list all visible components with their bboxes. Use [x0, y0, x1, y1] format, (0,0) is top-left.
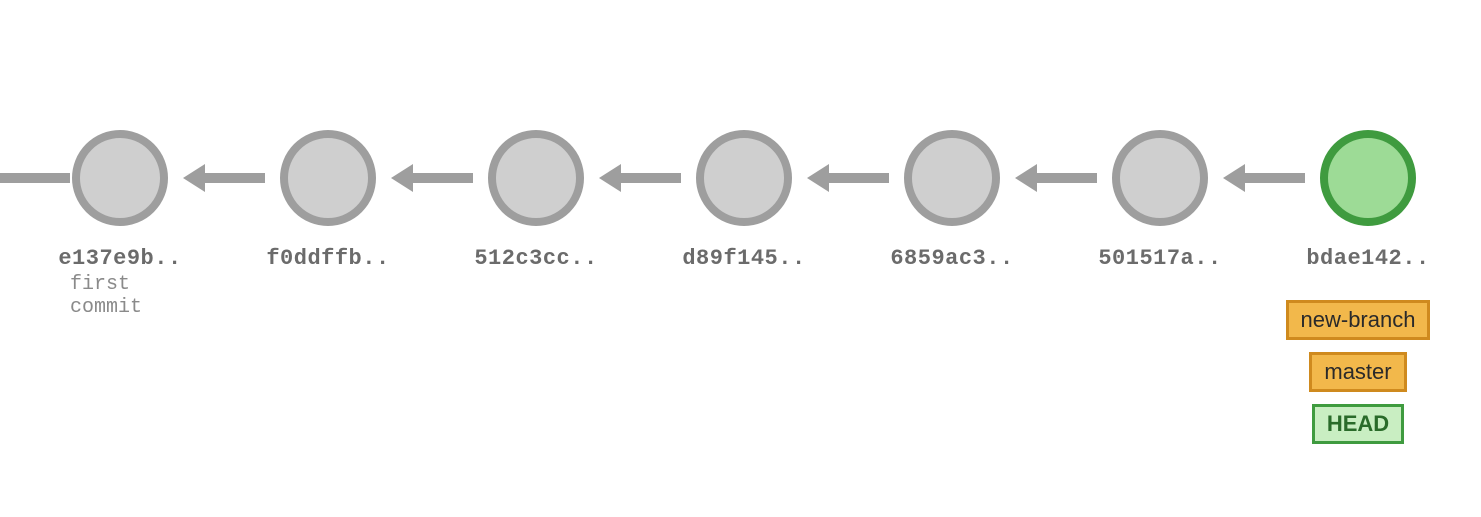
arrow-left-icon: [1015, 164, 1037, 192]
commit-row: [0, 130, 1481, 226]
arrow-left-icon: [183, 164, 205, 192]
commit-hash: 6859ac3..: [890, 246, 1013, 271]
commit-hash: bdae142..: [1306, 246, 1429, 271]
commit: [486, 130, 586, 226]
commit-arrow: [1210, 164, 1318, 192]
arrow-left-icon: [391, 164, 413, 192]
commit-label: d89f145..: [694, 246, 794, 319]
commit-arrow: [378, 164, 486, 192]
commit-hash: e137e9b..: [58, 246, 181, 271]
ref-branch: new-branch: [1286, 300, 1431, 340]
commit-label: f0ddffb..: [278, 246, 378, 319]
commit: [1110, 130, 1210, 226]
arrow-left-icon: [1223, 164, 1245, 192]
commit-node-icon: [72, 130, 168, 226]
commit-label: 512c3cc..: [486, 246, 586, 319]
commit-hash: f0ddffb..: [266, 246, 389, 271]
commit-node-icon: [488, 130, 584, 226]
commit: [278, 130, 378, 226]
commit: [694, 130, 794, 226]
ref-branch: master: [1309, 352, 1406, 392]
commit-hash: 512c3cc..: [474, 246, 597, 271]
edge-stub: [0, 173, 70, 183]
commit-node-icon: [696, 130, 792, 226]
commit-node-head-icon: [1320, 130, 1416, 226]
commit-arrow: [1002, 164, 1110, 192]
commit: [70, 130, 170, 226]
commit-label: 6859ac3..: [902, 246, 1002, 319]
commit-hash: d89f145..: [682, 246, 805, 271]
commit-node-icon: [1112, 130, 1208, 226]
commit-hash: 501517a..: [1098, 246, 1221, 271]
commit-arrow: [170, 164, 278, 192]
commit-graph: [0, 130, 1481, 226]
arrow-left-icon: [599, 164, 621, 192]
commit-arrow: [586, 164, 694, 192]
ref-list: new-branch master HEAD: [1258, 300, 1458, 444]
commit-node-icon: [280, 130, 376, 226]
commit-label: 501517a..: [1110, 246, 1210, 319]
commit-message: first commit: [70, 273, 170, 319]
commit-head: [1318, 130, 1418, 226]
commit-arrow: [794, 164, 902, 192]
ref-head: HEAD: [1312, 404, 1404, 444]
commit-label: e137e9b.. first commit: [70, 246, 170, 319]
commit-node-icon: [904, 130, 1000, 226]
commit: [902, 130, 1002, 226]
arrow-left-icon: [807, 164, 829, 192]
